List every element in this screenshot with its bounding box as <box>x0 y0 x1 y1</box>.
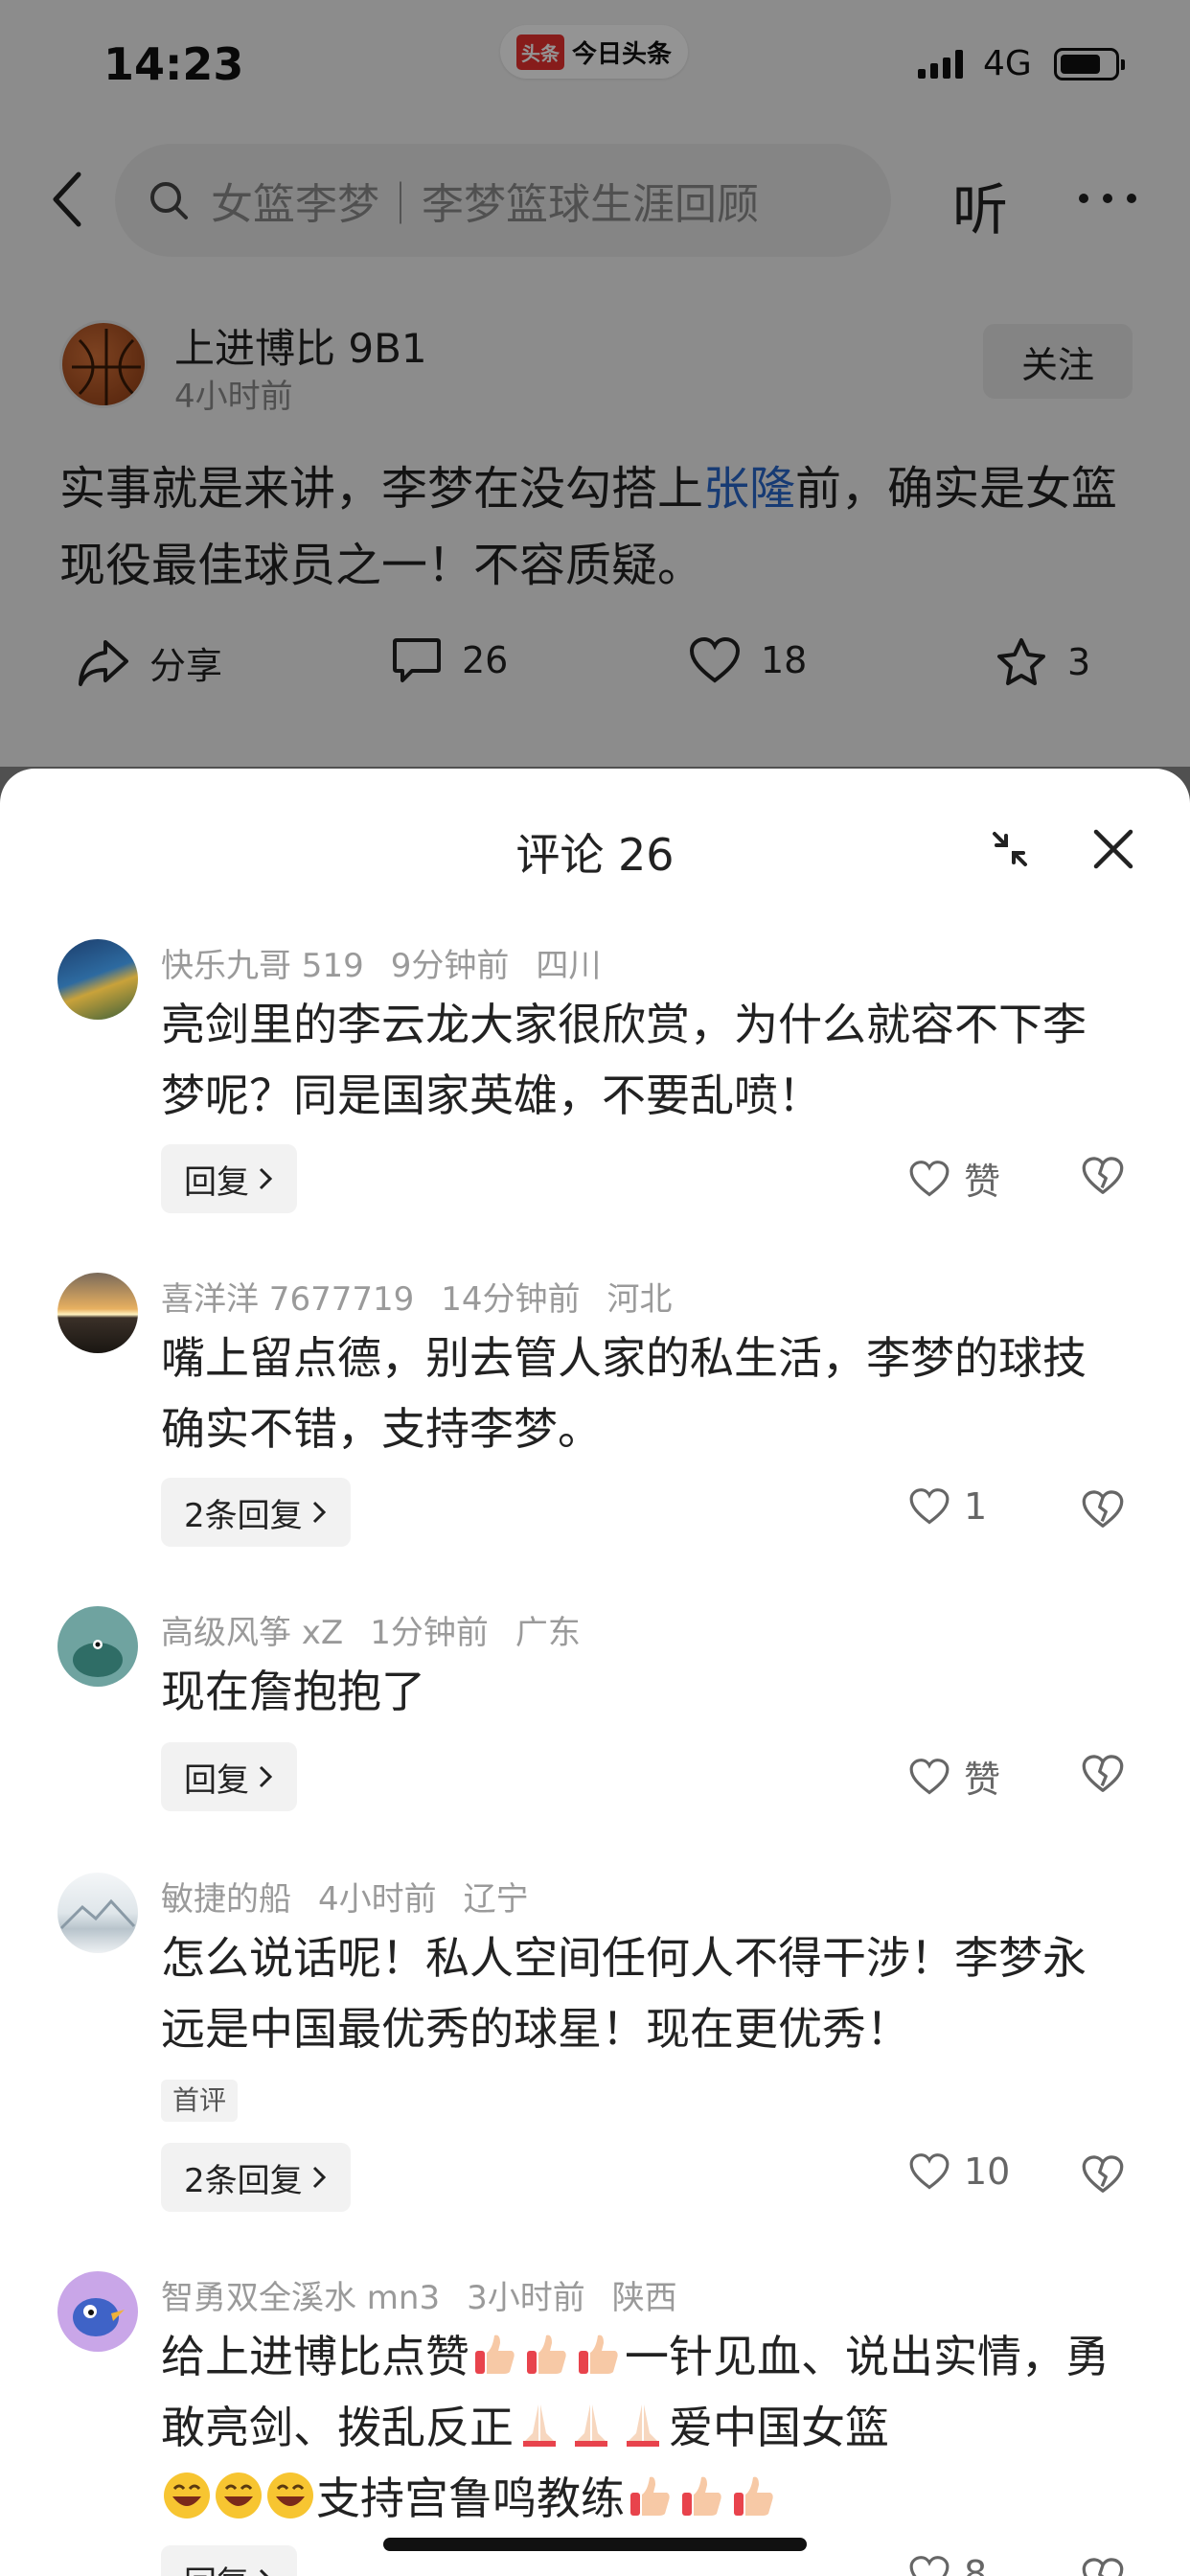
chevron-right-icon <box>312 1501 326 1524</box>
comment-like-button[interactable]: 8 <box>908 2553 987 2576</box>
reply-button[interactable]: 回复 <box>161 1144 297 1213</box>
comment-like-button[interactable]: 1 <box>908 1485 987 1528</box>
home-indicator[interactable] <box>383 2538 807 2551</box>
comment-text-part: 给上进博比点赞 <box>161 2331 469 2382</box>
chevron-right-icon <box>259 2568 269 2576</box>
comment-user[interactable]: 高级风筝 xZ <box>161 1614 343 1652</box>
heart-icon <box>909 1160 950 1196</box>
avatar[interactable] <box>57 939 138 1020</box>
collapse-icon[interactable] <box>987 826 1033 872</box>
comment-location: 辽宁 <box>463 1880 529 1919</box>
heart-icon <box>909 1488 950 1525</box>
like-label: 赞 <box>964 1161 1001 1203</box>
comment-meta: 喜洋洋 7677719 14分钟前 河北 <box>161 1273 673 1320</box>
close-icon[interactable] <box>1090 826 1136 872</box>
comment-like-button[interactable]: 赞 <box>908 1152 1000 1205</box>
reply-label: 回复 <box>184 1760 249 1800</box>
comment-text: 亮剑里的李云龙大家很欣赏，为什么就容不下李梦呢？同是国家英雄，不要乱喷！ <box>161 999 1087 1121</box>
first-comment-badge: 首评 <box>161 2080 239 2122</box>
reply-button[interactable]: 2条回复 <box>161 2143 351 2212</box>
reply-label: 回复 <box>184 1162 249 1202</box>
comment-like-button[interactable]: 赞 <box>908 1750 1000 1803</box>
thumbs-up-emoji <box>475 2334 515 2374</box>
comment-user[interactable]: 敏捷的船 <box>161 1880 291 1919</box>
chevron-right-icon <box>259 1167 273 1190</box>
dislike-icon[interactable] <box>1081 2154 1125 2195</box>
comments-sheet: 评论 26 快乐九哥 519 9分钟前 四川 亮剑里的李云龙大家很欣赏，为什么就容不… <box>0 769 1190 2576</box>
comment-text: 现在詹抱抱了 <box>161 1666 425 1717</box>
thumbs-up-emoji <box>630 2476 670 2516</box>
comment-user[interactable]: 快乐九哥 519 <box>161 947 364 985</box>
thumbs-up-emoji <box>682 2476 721 2516</box>
comment-meta: 智勇双全溪水 mn3 3小时前 陕西 <box>161 2271 677 2318</box>
dislike-icon[interactable] <box>1081 1156 1125 1196</box>
comment-location: 广东 <box>515 1614 581 1652</box>
comment-location: 陕西 <box>611 2279 677 2317</box>
avatar[interactable] <box>57 1273 138 1353</box>
heart-icon <box>909 2153 950 2190</box>
comment-meta: 敏捷的船 4小时前 辽宁 <box>161 1873 529 1920</box>
pray-emoji <box>627 2404 659 2447</box>
dislike-icon[interactable] <box>1081 2557 1125 2576</box>
mountain-avatar-icon <box>59 1898 136 1930</box>
comment-text-part: 支持宫鲁鸣教练 <box>316 2472 625 2524</box>
comment-time: 3小时前 <box>467 2279 585 2317</box>
comment-user[interactable]: 智勇双全溪水 mn3 <box>161 2279 440 2317</box>
comment-location: 四川 <box>536 947 602 985</box>
like-label: 10 <box>964 2150 1011 2193</box>
comment-location: 河北 <box>606 1280 673 1319</box>
pray-emoji <box>523 2404 556 2447</box>
comment-meta: 快乐九哥 519 9分钟前 四川 <box>161 939 601 986</box>
reply-button[interactable]: 回复 <box>161 2545 297 2576</box>
dislike-icon[interactable] <box>1081 1489 1125 1530</box>
grin-emoji <box>216 2472 262 2518</box>
avatar[interactable] <box>57 1606 138 1687</box>
comment-like-button[interactable]: 10 <box>908 2150 1010 2193</box>
heart-icon <box>909 1758 950 1794</box>
reply-button[interactable]: 2条回复 <box>161 1478 351 1547</box>
reply-label: 2条回复 <box>184 2161 303 2200</box>
thumbs-up-emoji <box>734 2476 773 2516</box>
reply-label: 2条回复 <box>184 1496 303 1535</box>
reply-button[interactable]: 回复 <box>161 1742 297 1811</box>
like-label: 1 <box>964 1485 988 1528</box>
comment-text-part: 爱中国女篮 <box>669 2402 889 2453</box>
dislike-icon[interactable] <box>1081 1754 1125 1794</box>
avatar[interactable] <box>57 1873 138 1953</box>
reply-label: 回复 <box>184 2557 249 2576</box>
chevron-right-icon <box>259 1765 273 1788</box>
thumbs-up-emoji <box>527 2334 566 2374</box>
comment-time: 1分钟前 <box>370 1614 489 1652</box>
bird-avatar-icon <box>73 1640 123 1677</box>
comment-time: 4小时前 <box>318 1880 437 1919</box>
cartoon-bird-avatar-icon <box>73 2298 125 2336</box>
like-label: 8 <box>964 2553 988 2576</box>
comment-meta: 高级风筝 xZ 1分钟前 广东 <box>161 1606 581 1653</box>
comment-time: 14分钟前 <box>441 1280 581 1319</box>
pray-emoji <box>575 2404 607 2447</box>
comment-text: 给上进博比点赞 一针见血、说出实情，勇敢亮剑、拨乱反正 爱中国女篮 支持宫鲁鸣教练 <box>161 2321 1129 2534</box>
chevron-right-icon <box>312 2166 326 2189</box>
thumbs-up-emoji <box>579 2334 618 2374</box>
comment-user[interactable]: 喜洋洋 7677719 <box>161 1280 414 1319</box>
comment-text: 怎么说话呢！私人空间任何人不得干涉！李梦永远是中国最优秀的球星！现在更优秀！ <box>161 1932 1087 2055</box>
grin-emoji <box>164 2472 210 2518</box>
comment-text: 嘴上留点德，别去管人家的私生活，李梦的球技确实不错，支持李梦。 <box>161 1332 1087 1455</box>
avatar[interactable] <box>57 2271 138 2352</box>
heart-icon <box>909 2556 950 2576</box>
like-label: 赞 <box>964 1759 1001 1801</box>
comment-time: 9分钟前 <box>390 947 510 985</box>
grin-emoji <box>267 2472 313 2518</box>
